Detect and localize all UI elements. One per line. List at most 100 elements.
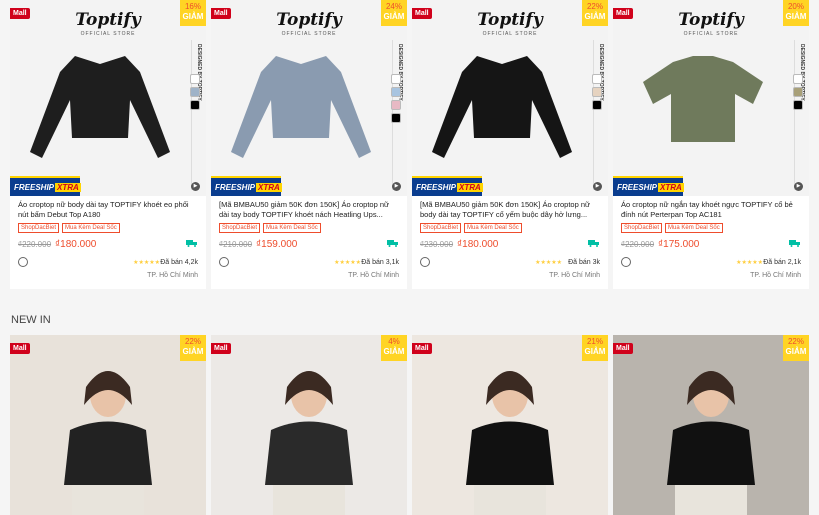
play-icon[interactable]: ▶ bbox=[593, 182, 602, 191]
color-swatch[interactable] bbox=[793, 100, 803, 110]
product-tag: Mua Kèm Deal Sốc bbox=[263, 223, 321, 233]
product-card[interactable]: Toptify OFFICIAL STORE DESIGNED BY TOPTIFY… bbox=[412, 0, 608, 289]
new-in-image[interactable]: Mall 22% GIẢM bbox=[613, 335, 809, 515]
color-swatches bbox=[190, 74, 200, 110]
color-swatch[interactable] bbox=[391, 113, 401, 123]
new-in-image[interactable]: Mall 22% GIẢM bbox=[10, 335, 206, 515]
new-in-card[interactable]: Mall 22% GIẢM bbox=[613, 335, 809, 515]
play-icon[interactable]: ▶ bbox=[191, 182, 200, 191]
location: TP. Hồ Chí Minh bbox=[348, 272, 399, 279]
bottoms bbox=[675, 485, 747, 515]
brand-subtitle: OFFICIAL STORE bbox=[482, 31, 538, 37]
xtra-text: XTRA bbox=[55, 182, 81, 192]
brand-subtitle: OFFICIAL STORE bbox=[281, 31, 337, 37]
product-photo bbox=[432, 56, 572, 158]
product-info: [Mã BMBAU50 giảm 50K đơn 150K] Áo cropto… bbox=[412, 196, 608, 279]
new-in-image[interactable]: Mall 21% GIẢM bbox=[412, 335, 608, 515]
product-title[interactable]: Áo croptop nữ ngắn tay khoét ngực TOPTIF… bbox=[621, 200, 801, 220]
heart-icon[interactable] bbox=[18, 257, 28, 267]
product-image[interactable]: Toptify OFFICIAL STORE DESIGNED BY TOPTIFY… bbox=[211, 0, 407, 196]
mall-badge: Mall bbox=[613, 8, 633, 19]
brand-logo: Toptify bbox=[75, 10, 141, 30]
top bbox=[64, 421, 152, 485]
color-swatch[interactable] bbox=[793, 87, 803, 97]
model-photo bbox=[64, 371, 152, 515]
play-icon[interactable]: ▶ bbox=[392, 182, 401, 191]
color-swatches bbox=[391, 74, 401, 123]
brand-subtitle: OFFICIAL STORE bbox=[80, 31, 136, 37]
color-swatch[interactable] bbox=[391, 100, 401, 110]
heart-icon[interactable] bbox=[420, 257, 430, 267]
heart-icon[interactable] bbox=[621, 257, 631, 267]
product-card[interactable]: Toptify OFFICIAL STORE DESIGNED BY TOPTIFY… bbox=[10, 0, 206, 289]
top bbox=[466, 421, 554, 485]
product-tag: Mua Kèm Deal Sốc bbox=[665, 223, 723, 233]
shirt-shape bbox=[30, 56, 170, 158]
meta-row: ★★★★★ Đã bán 4,2k bbox=[18, 257, 198, 267]
product-title[interactable]: Áo croptop nữ body dài tay TOPTIFY khoét… bbox=[18, 200, 198, 220]
freeship-text: FREESHIP bbox=[14, 182, 55, 192]
new-in-card[interactable]: Mall 4% GIẢM bbox=[211, 335, 407, 515]
product-grid: Toptify OFFICIAL STORE DESIGNED BY TOPTIFY… bbox=[10, 0, 810, 289]
freeship-xtra-banner: FREESHIP XTRA bbox=[613, 176, 684, 196]
discount-percent: 22% bbox=[787, 337, 804, 346]
product-image[interactable]: Toptify OFFICIAL STORE DESIGNED BY TOPTIFY… bbox=[412, 0, 608, 196]
product-tags: ShopDacBiet Mua Kèm Deal Sốc bbox=[219, 223, 399, 233]
xtra-text: XTRA bbox=[457, 182, 483, 192]
original-price: ₫220.000 bbox=[18, 239, 52, 249]
original-price: ₫230.000 bbox=[420, 239, 454, 249]
discount-percent: 22% bbox=[184, 337, 201, 346]
color-swatch[interactable] bbox=[793, 74, 803, 84]
product-tag: ShopDacBiet bbox=[18, 223, 60, 233]
product-image[interactable]: Toptify OFFICIAL STORE DESIGNED BY TOPTIFY… bbox=[613, 0, 809, 196]
product-card[interactable]: Toptify OFFICIAL STORE DESIGNED BY TOPTIFY… bbox=[211, 0, 407, 289]
new-in-grid: Mall 22% GIẢM Mall 4% GIẢM Mall 21% GIẢM Mall 2… bbox=[10, 335, 810, 515]
product-tag: ShopDacBiet bbox=[420, 223, 462, 233]
new-in-image[interactable]: Mall 4% GIẢM bbox=[211, 335, 407, 515]
freeship-text: FREESHIP bbox=[215, 182, 256, 192]
discount-percent: 21% bbox=[586, 337, 603, 346]
xtra-text: XTRA bbox=[658, 182, 684, 192]
color-swatches bbox=[592, 74, 602, 110]
meta-row: ★★★★★ Đã bán 3k bbox=[420, 257, 600, 267]
sold-count: Đã bán 3k bbox=[568, 258, 600, 266]
discount-badge: 16% GIẢM bbox=[180, 0, 206, 26]
color-swatch[interactable] bbox=[190, 100, 200, 110]
heart-icon[interactable] bbox=[219, 257, 229, 267]
rating-stars: ★★★★★ bbox=[736, 259, 763, 266]
price-row: ₫220.000 ₫175.000 bbox=[621, 237, 801, 251]
product-photo bbox=[643, 56, 763, 142]
original-price: ₫220.000 bbox=[621, 239, 655, 249]
model-photo bbox=[667, 371, 755, 515]
new-in-card[interactable]: Mall 21% GIẢM bbox=[412, 335, 608, 515]
color-swatch[interactable] bbox=[391, 87, 401, 97]
bottoms bbox=[273, 485, 345, 515]
color-swatch[interactable] bbox=[592, 87, 602, 97]
product-title[interactable]: [Mã BMBAU50 giảm 50K đơn 150K] Áo cropto… bbox=[420, 200, 600, 220]
discount-percent: 16% bbox=[184, 2, 201, 11]
freeship-text: FREESHIP bbox=[416, 182, 457, 192]
play-icon[interactable]: ▶ bbox=[794, 182, 803, 191]
product-info: Áo croptop nữ ngắn tay khoét ngực TOPTIF… bbox=[613, 196, 809, 279]
product-image[interactable]: Toptify OFFICIAL STORE DESIGNED BY TOPTIFY… bbox=[10, 0, 206, 196]
discount-badge: 22% GIẢM bbox=[180, 335, 206, 361]
product-card[interactable]: Toptify OFFICIAL STORE DESIGNED BY TOPTIFY… bbox=[613, 0, 809, 289]
color-swatch[interactable] bbox=[391, 74, 401, 84]
color-swatches bbox=[793, 74, 803, 110]
mall-badge: Mall bbox=[10, 8, 30, 19]
color-swatch[interactable] bbox=[190, 87, 200, 97]
new-in-card[interactable]: Mall 22% GIẢM bbox=[10, 335, 206, 515]
color-swatch[interactable] bbox=[592, 74, 602, 84]
original-price: ₫210.000 bbox=[219, 239, 253, 249]
product-tag: Mua Kèm Deal Sốc bbox=[464, 223, 522, 233]
truck-icon bbox=[186, 240, 197, 247]
shirt-shape bbox=[432, 56, 572, 158]
brand-subtitle: OFFICIAL STORE bbox=[683, 31, 739, 37]
sale-price: ₫180.000 bbox=[457, 238, 499, 250]
product-photo bbox=[30, 56, 170, 158]
color-swatch[interactable] bbox=[592, 100, 602, 110]
model-photo bbox=[466, 371, 554, 515]
sold-count: Đã bán 4,2k bbox=[160, 258, 198, 266]
color-swatch[interactable] bbox=[190, 74, 200, 84]
product-title[interactable]: [Mã BMBAU50 giảm 50K đơn 150K] Áo cropto… bbox=[219, 200, 399, 220]
